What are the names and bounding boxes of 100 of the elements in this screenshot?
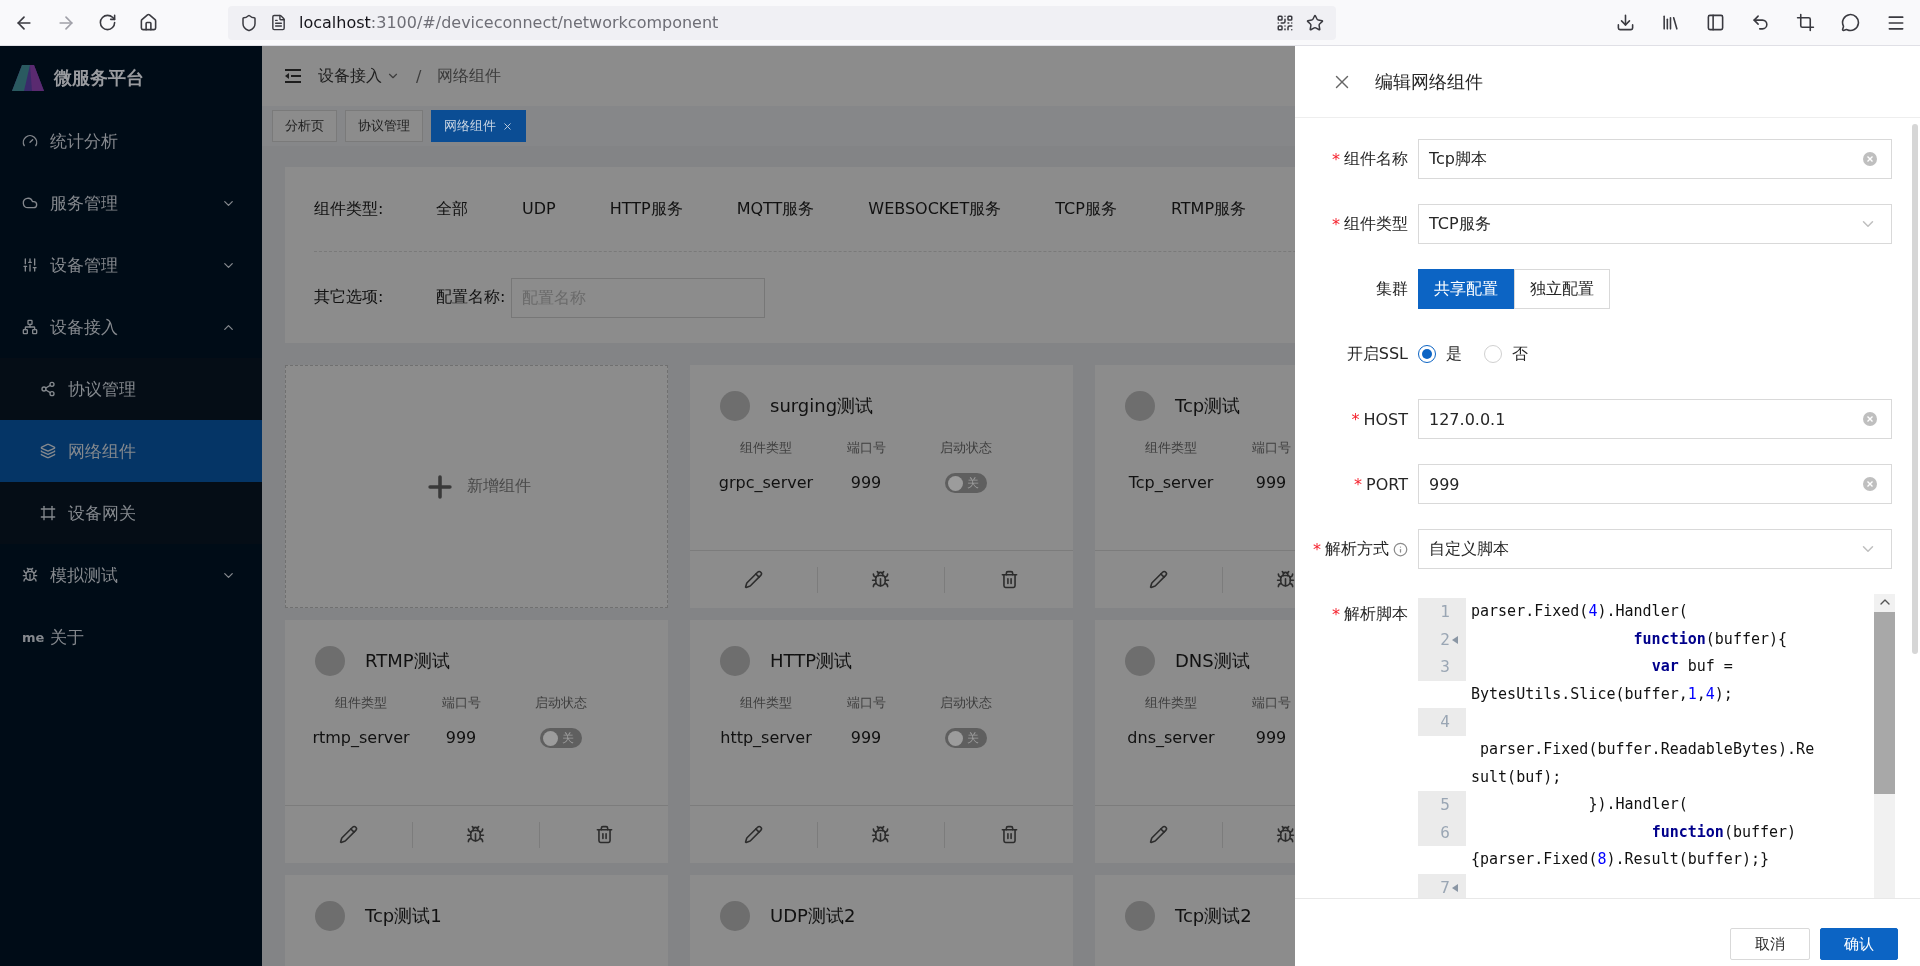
card-title: surging测试 (770, 394, 874, 418)
layers-icon (40, 443, 56, 459)
field-label: 配置名称: (436, 287, 506, 308)
crop-icon[interactable] (1796, 13, 1815, 32)
line-number: 1 (1440, 601, 1450, 623)
field-value: 999 (849, 473, 883, 493)
info-icon[interactable] (1393, 541, 1408, 557)
page-tab[interactable]: 网络组件 (431, 110, 526, 142)
field-label: 端口号 (845, 694, 887, 712)
line-number: 3 (1440, 656, 1450, 679)
line-number: 4 (1440, 711, 1450, 734)
page-tab[interactable]: 协议管理 (345, 110, 423, 142)
submenu-item[interactable]: 协议管理 (0, 358, 262, 420)
field-label: 端口号 (1250, 694, 1292, 712)
trash-icon[interactable] (594, 825, 614, 844)
breadcrumb-link[interactable]: 设备接入 (318, 65, 382, 87)
trash-icon[interactable] (999, 570, 1019, 589)
segment-button[interactable]: 共享配置 (1418, 269, 1514, 309)
home-icon[interactable] (139, 13, 158, 32)
select-field[interactable]: TCP服务 (1418, 204, 1892, 244)
shield-icon[interactable] (240, 13, 258, 32)
field-label: 组件类型 (739, 439, 793, 457)
menu-item[interactable]: 设备管理 (0, 234, 262, 296)
pencil-icon[interactable] (1148, 570, 1168, 589)
field-label: 启动状态 (939, 439, 993, 457)
reload-icon[interactable] (98, 13, 117, 32)
bug-icon[interactable] (466, 825, 486, 844)
type-filter[interactable]: 全部 (436, 198, 468, 220)
page-tab[interactable]: 分析页 (272, 110, 337, 142)
menu-fold-icon[interactable] (284, 68, 302, 84)
type-filter[interactable]: UDP (522, 198, 556, 220)
frame-icon (40, 505, 56, 521)
scrollbar[interactable] (1874, 594, 1895, 898)
library-icon[interactable] (1661, 13, 1680, 32)
field-label: 组件类型 (739, 694, 793, 712)
fold-marker-icon[interactable] (1452, 883, 1458, 892)
menu-item[interactable]: 服务管理 (0, 172, 262, 234)
bug-icon[interactable] (871, 570, 891, 589)
segment-button[interactable]: 独立配置 (1514, 269, 1610, 309)
text-field[interactable]: 999 (1418, 464, 1892, 504)
type-filter[interactable]: HTTP服务 (609, 198, 683, 220)
pencil-icon[interactable] (743, 570, 763, 589)
field-label: 端口号 (1250, 439, 1292, 457)
close-icon[interactable] (502, 120, 513, 132)
required-mark: * (1351, 409, 1360, 429)
code-editor[interactable] (1418, 594, 1895, 898)
star-icon[interactable] (1306, 13, 1324, 32)
trash-icon[interactable] (999, 825, 1019, 844)
select-field[interactable]: 自定义脚本 (1418, 529, 1892, 569)
text-field[interactable]: 127.0.0.1 (1418, 399, 1892, 439)
undo-icon[interactable] (1751, 13, 1770, 32)
bug-icon[interactable] (1276, 570, 1295, 589)
confirm-button[interactable]: 确认 (1820, 928, 1898, 960)
page-icon[interactable] (270, 14, 287, 31)
app-title: 微服务平台 (54, 66, 144, 90)
line-number: 6 (1440, 821, 1450, 844)
submenu-item[interactable]: 网络组件 (0, 420, 262, 482)
gauge-icon (22, 133, 38, 149)
required-mark: * (1313, 539, 1321, 559)
menu-item[interactable]: 模拟测试 (0, 544, 262, 606)
required-mark: * (1332, 149, 1340, 169)
scrollbar-thumb[interactable] (1912, 124, 1918, 654)
field-label: 开启SSL (1346, 343, 1408, 365)
sliders-icon (22, 257, 38, 273)
cancel-button[interactable]: 取消 (1730, 928, 1810, 960)
pencil-icon[interactable] (743, 825, 763, 844)
type-filter[interactable]: MQTT服务 (736, 198, 815, 220)
fold-marker-icon[interactable] (1452, 635, 1458, 644)
sidebar-icon[interactable] (1706, 13, 1725, 32)
line-number: 7 (1440, 876, 1450, 898)
text-field[interactable]: Tcp脚本 (1418, 139, 1892, 179)
field-label: 端口号 (845, 439, 887, 457)
menu-item[interactable]: 设备接入 (0, 296, 262, 358)
type-filter[interactable]: WEBSOCKET服务 (868, 198, 1002, 220)
radio-label: 否 (1512, 343, 1528, 365)
field-value: http_server (719, 728, 813, 748)
field-label: 端口号 (440, 694, 482, 712)
pencil-icon[interactable] (1148, 825, 1168, 844)
field-value: rtmp_server (311, 728, 411, 748)
menu-item[interactable]: me 关于 (0, 606, 262, 668)
download-icon[interactable] (1616, 13, 1635, 32)
avatar (1125, 646, 1155, 676)
submenu-item[interactable]: 设备网关 (0, 482, 262, 544)
field-label: HOST (1363, 409, 1408, 429)
code-line: }).Handler( (1587, 794, 1688, 816)
field-value: 999 (1254, 473, 1288, 492)
bug-icon[interactable] (1276, 825, 1295, 844)
address-bar[interactable]: localhost:3100/#/deviceconnect/networkcomponent (228, 5, 1336, 40)
type-filter[interactable]: RTMP服务 (1170, 198, 1247, 220)
card-title: Tcp测试2 (1175, 904, 1252, 928)
pencil-icon[interactable] (338, 825, 358, 844)
code-line: function(buffer) (1650, 821, 1797, 843)
chat-icon[interactable] (1841, 13, 1860, 32)
field-label: 集群 (1376, 278, 1408, 300)
network-icon (22, 319, 38, 335)
type-filter[interactable]: TCP服务 (1055, 198, 1117, 220)
menu-item[interactable]: 统计分析 (0, 110, 262, 172)
qr-code-icon[interactable] (1276, 13, 1294, 32)
bug-icon[interactable] (871, 825, 891, 844)
field-label: 解析方式 (1325, 538, 1389, 560)
